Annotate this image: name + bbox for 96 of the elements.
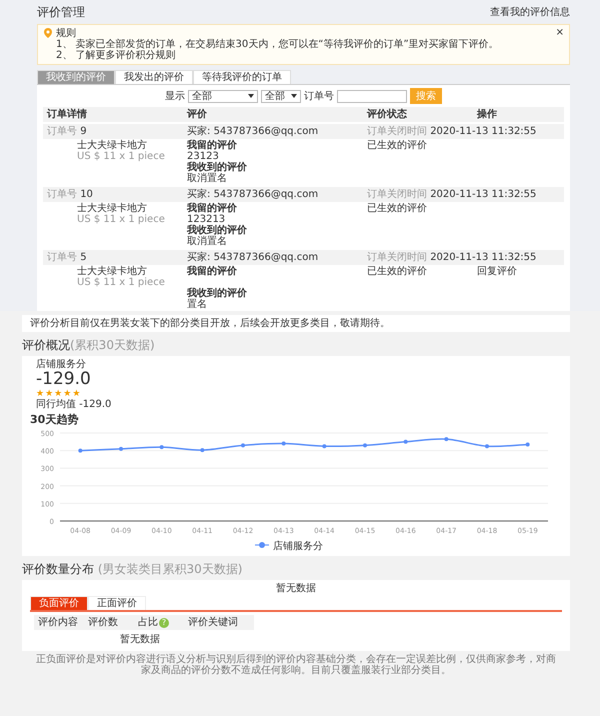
star-icon: ★ [45,389,54,399]
peer-average: 同行均值 -129.0 [36,399,112,410]
data-point [78,448,82,453]
footer-note: 正负面评价是对评价内容进行语义分析与识别后得到的评价内容基础分类，会存在一定误差比例，仅供商家参考，对商家及商品的评价分数不造成任何影响。目前只覆盖服装行业部分类目。 [35,652,557,676]
notice-line: 1、 卖家已全部发货的订单，在交易结束30天内，您可以在“等待我评价的订单”里对买家留下评价。 [56,39,499,50]
column-header: 评价状态 [367,109,408,120]
empty-message: 暂无数据 [276,583,316,594]
score-label: 店铺服务分 [36,359,87,370]
close-time-label: 订单关闭时间 [367,252,427,263]
sentiment-tab[interactable]: 负面评价 [30,596,88,610]
review-status: 已生效的评价 [367,140,427,151]
view-reviews-link[interactable]: 查看我的评价信息 [490,6,570,18]
order-number-label: 订单号 [47,189,77,200]
data-point [485,444,489,448]
location-pin-icon [44,28,52,38]
product-name: 士大夫绿卡地方 [77,203,148,214]
received-review: 置名 [187,299,207,310]
data-point [322,444,326,448]
buyer-label: 买家: [187,252,210,263]
data-point [200,448,204,452]
product-name: 士大夫绿卡地方 [77,140,148,151]
close-time: 2020-11-13 11:32:55 [430,252,536,263]
received-review-label: 我收到的评价 [187,288,248,299]
column-header: 评价 [187,109,208,120]
order-number-label: 订单号 [47,126,77,137]
buyer-email: 543787366@qq.com [214,189,318,200]
caret-icon [291,94,297,98]
my-review-label: 我留的评价 [187,266,238,277]
buyer-label: 买家: [187,126,210,137]
star-icon: ★ [72,389,80,399]
column-header: 操作 [477,109,498,120]
section-subtitle: (男女装类目累积30天数据) [98,562,242,576]
order-number-label: 订单号 [304,90,334,102]
section-subtitle: (累积30天数据) [70,338,155,352]
column-header: 评价关键词 [188,617,238,628]
caret-icon [248,94,254,98]
product-price: US $ 11 x 1 piece [77,277,166,288]
page-title: 评价管理 [37,4,85,20]
my-review: 23123 [187,151,219,162]
my-review-label: 我留的评价 [187,203,238,214]
star-icon: ★ [36,389,44,399]
chart-title: 30天趋势 [30,414,80,425]
filter-label: 显示 [165,90,185,102]
legend-label: 店铺服务分 [273,541,323,552]
order-number-label: 订单号 [47,252,77,263]
data-point [119,446,123,451]
star-icon: ★ [54,389,62,399]
buyer-email: 543787366@qq.com [214,126,318,137]
my-review: 123213 [187,214,226,225]
close-button[interactable]: × [556,27,564,38]
received-review: 取消置名 [187,236,228,247]
section-title: 评价数量分布 [22,562,94,576]
close-time: 2020-11-13 11:32:55 [430,189,536,200]
reply-review-link[interactable]: 回复评价 [477,266,517,277]
review-status: 已生效的评价 [367,266,427,277]
product-name: 士大夫绿卡地方 [77,266,148,277]
data-point [241,443,245,448]
product-price: US $ 11 x 1 piece [77,151,166,162]
close-time: 2020-11-13 11:32:55 [430,126,536,137]
order-number-field[interactable] [337,90,407,102]
column-header: 订单详情 [47,109,88,120]
analysis-notice: 评价分析目前仅在男装女装下的部分类目开放，后续会开放更多类目，敬请期待。 [30,318,390,329]
column-header: 评价内容 [38,617,78,628]
product-price: US $ 11 x 1 piece [77,214,166,225]
notice-line: 2、 了解更多评价积分规则 [56,50,177,61]
close-time-label: 订单关闭时间 [367,126,427,137]
legend-marker-icon [254,542,270,548]
store-score: -129.0 [36,370,92,389]
status-select[interactable]: 全部 [188,90,258,102]
data-point [404,440,408,444]
order-number: 10 [80,189,93,200]
close-time-label: 订单关闭时间 [367,189,427,200]
type-select[interactable]: 全部 [261,90,301,102]
review-tab[interactable]: 等待我评价的订单 [193,70,291,84]
received-review-label: 我收到的评价 [187,162,248,173]
order-number: 5 [80,252,87,263]
review-status: 已生效的评价 [367,203,427,214]
data-point [282,442,286,446]
empty-message: 暂无数据 [120,634,160,645]
order-number: 9 [80,126,87,137]
data-point [444,437,448,442]
star-icon: ★ [63,389,72,399]
column-header: 占比 [138,617,158,628]
notice-title: 规则 [56,28,76,39]
data-point [160,445,164,450]
column-header: 评价数 [88,617,118,628]
data-point [526,442,530,446]
buyer-label: 买家: [187,189,210,200]
my-review-label: 我留的评价 [187,140,238,151]
review-tab[interactable]: 我发出的评价 [115,70,193,84]
received-review: 取消置名 [187,173,228,184]
section-title: 评价概况 [22,338,70,352]
received-review-label: 我收到的评价 [187,225,248,236]
data-point [363,443,367,448]
sentiment-tab[interactable]: 正面评价 [88,596,146,610]
buyer-email: 543787366@qq.com [214,252,318,263]
